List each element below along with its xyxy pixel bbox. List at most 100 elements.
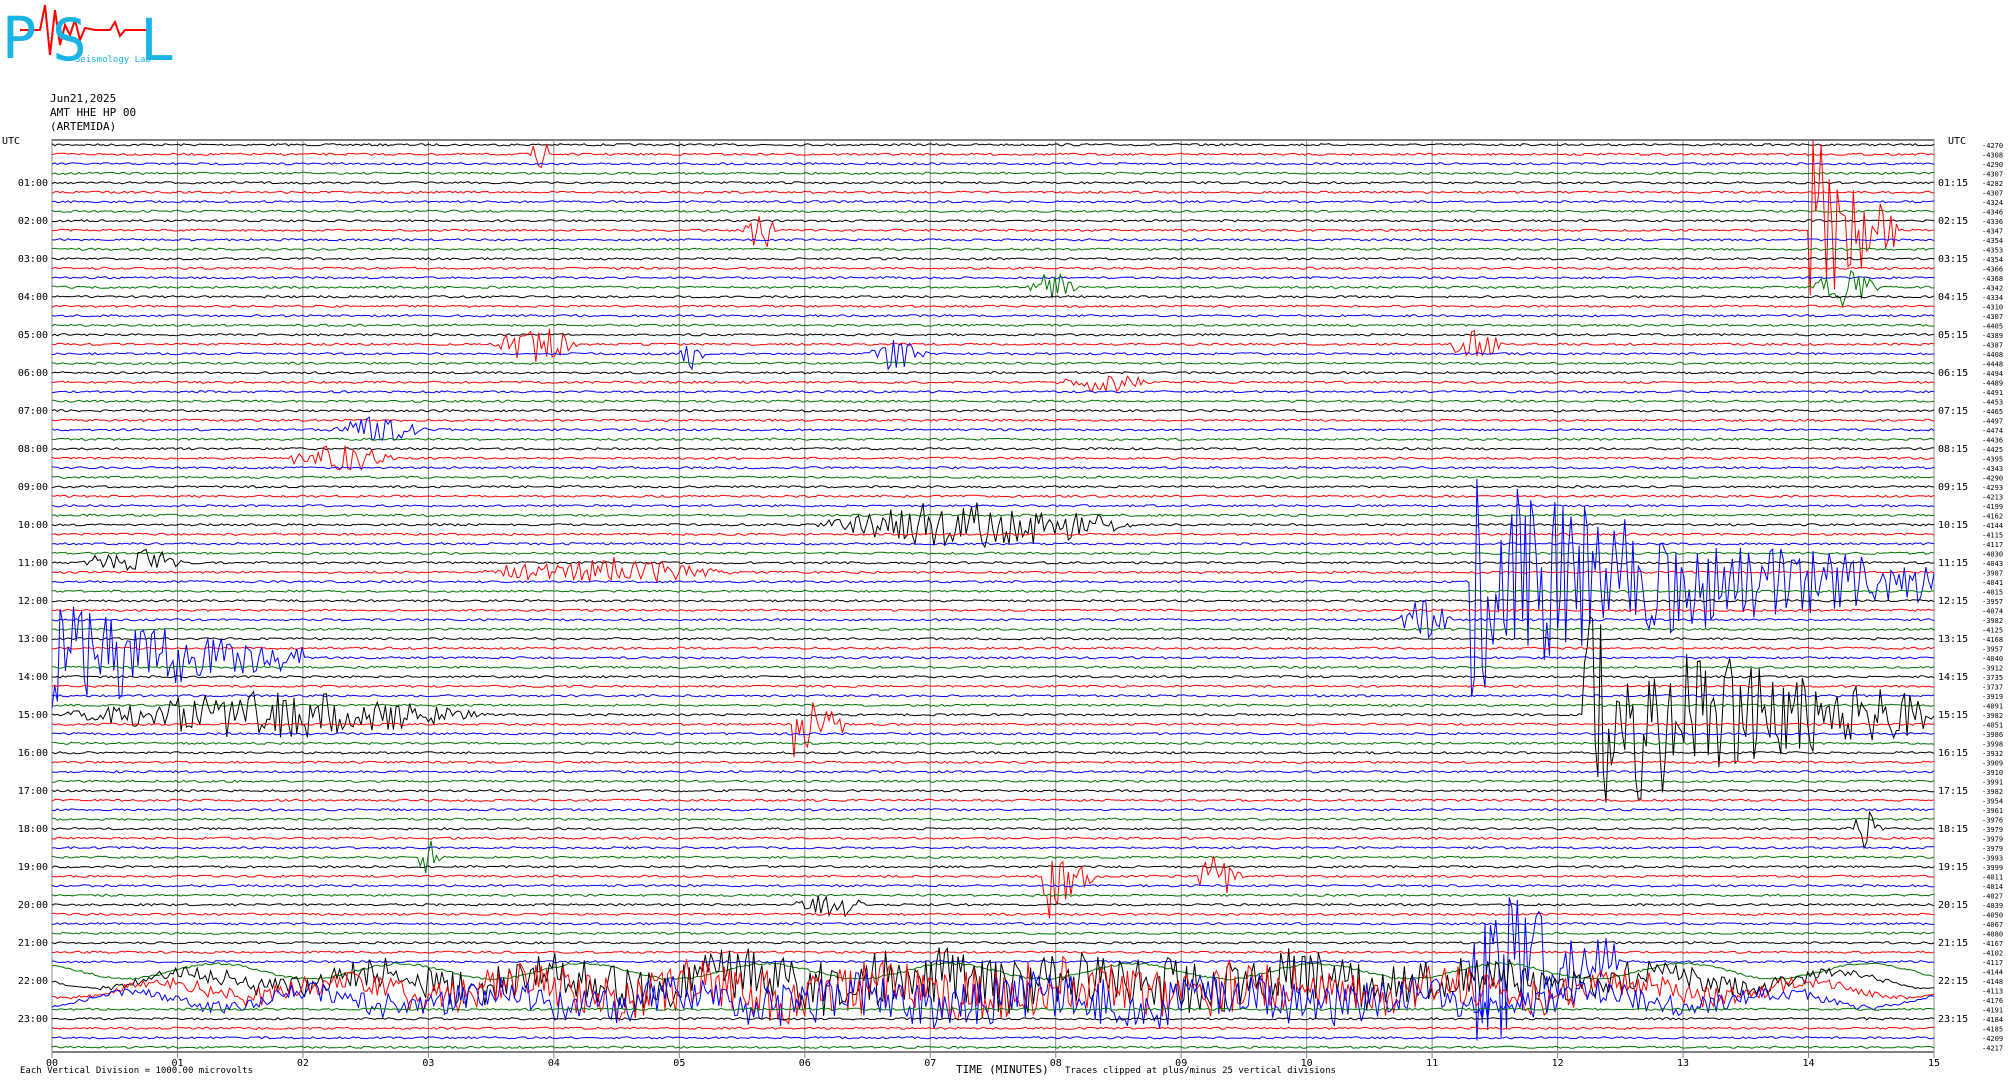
right-hour-label: 23:15 [1938,1014,1968,1025]
seismic-trace [51,893,1935,897]
seismic-trace [51,741,1935,745]
seismic-trace [51,437,1935,441]
x-tick-label: 14 [1803,1058,1815,1069]
trace-offset-label: -3982 [1982,712,2003,720]
trace-offset-label: -3737 [1982,683,2003,691]
trace-offset-label: -4353 [1982,246,2003,254]
seismic-trace [51,810,1935,850]
trace-offset-label: -3982 [1982,617,2003,625]
trace-offset-label: -3910 [1982,769,2003,777]
seismic-trace [51,589,1934,593]
trace-offset-label: -4039 [1982,902,2003,910]
trace-offset-label: -3979 [1982,845,2003,853]
trace-offset-label: -3999 [1982,864,2003,872]
trace-offset-label: -4308 [1982,151,2003,159]
trace-offset-label: -4342 [1982,284,2003,292]
trace-offset-label: -3986 [1982,731,2003,739]
trace-offset-label: -4014 [1982,883,2003,891]
seismic-trace [51,551,1935,555]
seismic-trace [51,599,1935,639]
trace-offset-label: -4324 [1982,199,2003,207]
seismic-trace [51,608,1935,612]
seismic-trace [51,779,1935,783]
seismic-trace [51,328,1935,363]
trace-offset-label: -4368 [1982,275,2003,283]
seismic-trace [51,475,1935,479]
trace-offset-label: -3982 [1982,788,2003,796]
trace-offset-label: -4144 [1982,522,2003,530]
seismic-trace [51,599,1935,603]
trace-offset-label: -4080 [1982,930,2003,938]
seismic-trace [51,637,1935,641]
seismic-trace [51,409,1935,413]
trace-offset-label: -4395 [1982,455,2003,463]
trace-offset-label: -3987 [1982,569,2003,577]
seismic-trace [51,1045,1935,1049]
left-axis-label: UTC [2,136,20,147]
trace-offset-label: -4144 [1982,968,2003,976]
left-hour-label: 13:00 [18,634,48,645]
seismic-trace [51,789,1934,793]
seismic-trace [51,542,1935,546]
trace-offset-label: -4217 [1982,1044,2003,1052]
left-hour-label: 12:00 [18,596,48,607]
right-hour-label: 12:15 [1938,596,1968,607]
right-hour-label: 03:15 [1938,254,1968,265]
seismic-trace [51,304,1935,308]
seismic-trace [51,399,1935,403]
trace-offset-label: -4366 [1982,265,2003,273]
trace-offset-label: -4117 [1982,959,2003,967]
trace-offset-label: -3957 [1982,598,2003,606]
seismic-trace [51,931,1935,935]
seismic-trace [51,513,1935,517]
trace-offset-label: -4491 [1982,389,2003,397]
trace-offset-label: -4307 [1982,313,2003,321]
right-hour-label: 04:15 [1938,292,1968,303]
seismic-trace [51,190,1935,194]
trace-offset-label: -4050 [1982,911,2003,919]
right-hour-label: 06:15 [1938,368,1968,379]
seismic-trace [51,238,1935,242]
trace-offset-label: -4102 [1982,949,2003,957]
trace-offset-label: -4148 [1982,978,2003,986]
seismic-trace [51,257,1935,261]
trace-offset-label: -4453 [1982,398,2003,406]
seismic-traces [51,140,1935,1049]
trace-offset-label: -4213 [1982,493,2003,501]
trace-offset-label: -4474 [1982,427,2003,435]
seismic-trace [51,270,1935,308]
x-tick-label: 12 [1552,1058,1564,1069]
right-hour-label: 18:15 [1938,824,1968,835]
trace-offset-label: -4343 [1982,465,2003,473]
right-hour-label: 10:15 [1938,520,1968,531]
seismic-trace [51,333,1935,337]
trace-offset-label: -4162 [1982,512,2003,520]
trace-offset-label: -4347 [1982,227,2003,235]
trace-offset-label: -4168 [1982,636,2003,644]
left-hour-label: 17:00 [18,786,48,797]
left-hour-label: 18:00 [18,824,48,835]
x-tick-label: 07 [924,1058,936,1069]
trace-offset-label: -4184 [1982,1016,2003,1024]
left-hour-label: 22:00 [18,976,48,987]
trace-offset-label: -4448 [1982,360,2003,368]
seismic-trace [51,836,1935,840]
seismic-trace [51,1026,1935,1030]
trace-offset-label: -4125 [1982,626,2003,634]
helicorder-plot: 00 01 02 03 04 05 06 07 08 09 10 11 12 13 14 15UTC UTC -4… [2,136,2003,1076]
trace-offset-label: -4176 [1982,997,2003,1005]
right-axis-label: UTC [1948,136,1966,147]
trace-offset-label: -4282 [1982,180,2003,188]
right-hour-label: 02:15 [1938,216,1968,227]
left-hour-label: 07:00 [18,406,48,417]
trace-offset-label: -4043 [1982,560,2003,568]
seismic-trace [51,732,1935,736]
right-hour-label: 17:15 [1938,786,1968,797]
seismic-trace [51,162,1935,166]
trace-offset-label: -4199 [1982,503,2003,511]
trace-offset-label: -3912 [1982,664,2003,672]
trace-offset-label: -4191 [1982,1006,2003,1014]
trace-offset-label: -3979 [1982,826,2003,834]
seismic-trace [51,941,1935,945]
seismic-trace [51,532,1935,536]
